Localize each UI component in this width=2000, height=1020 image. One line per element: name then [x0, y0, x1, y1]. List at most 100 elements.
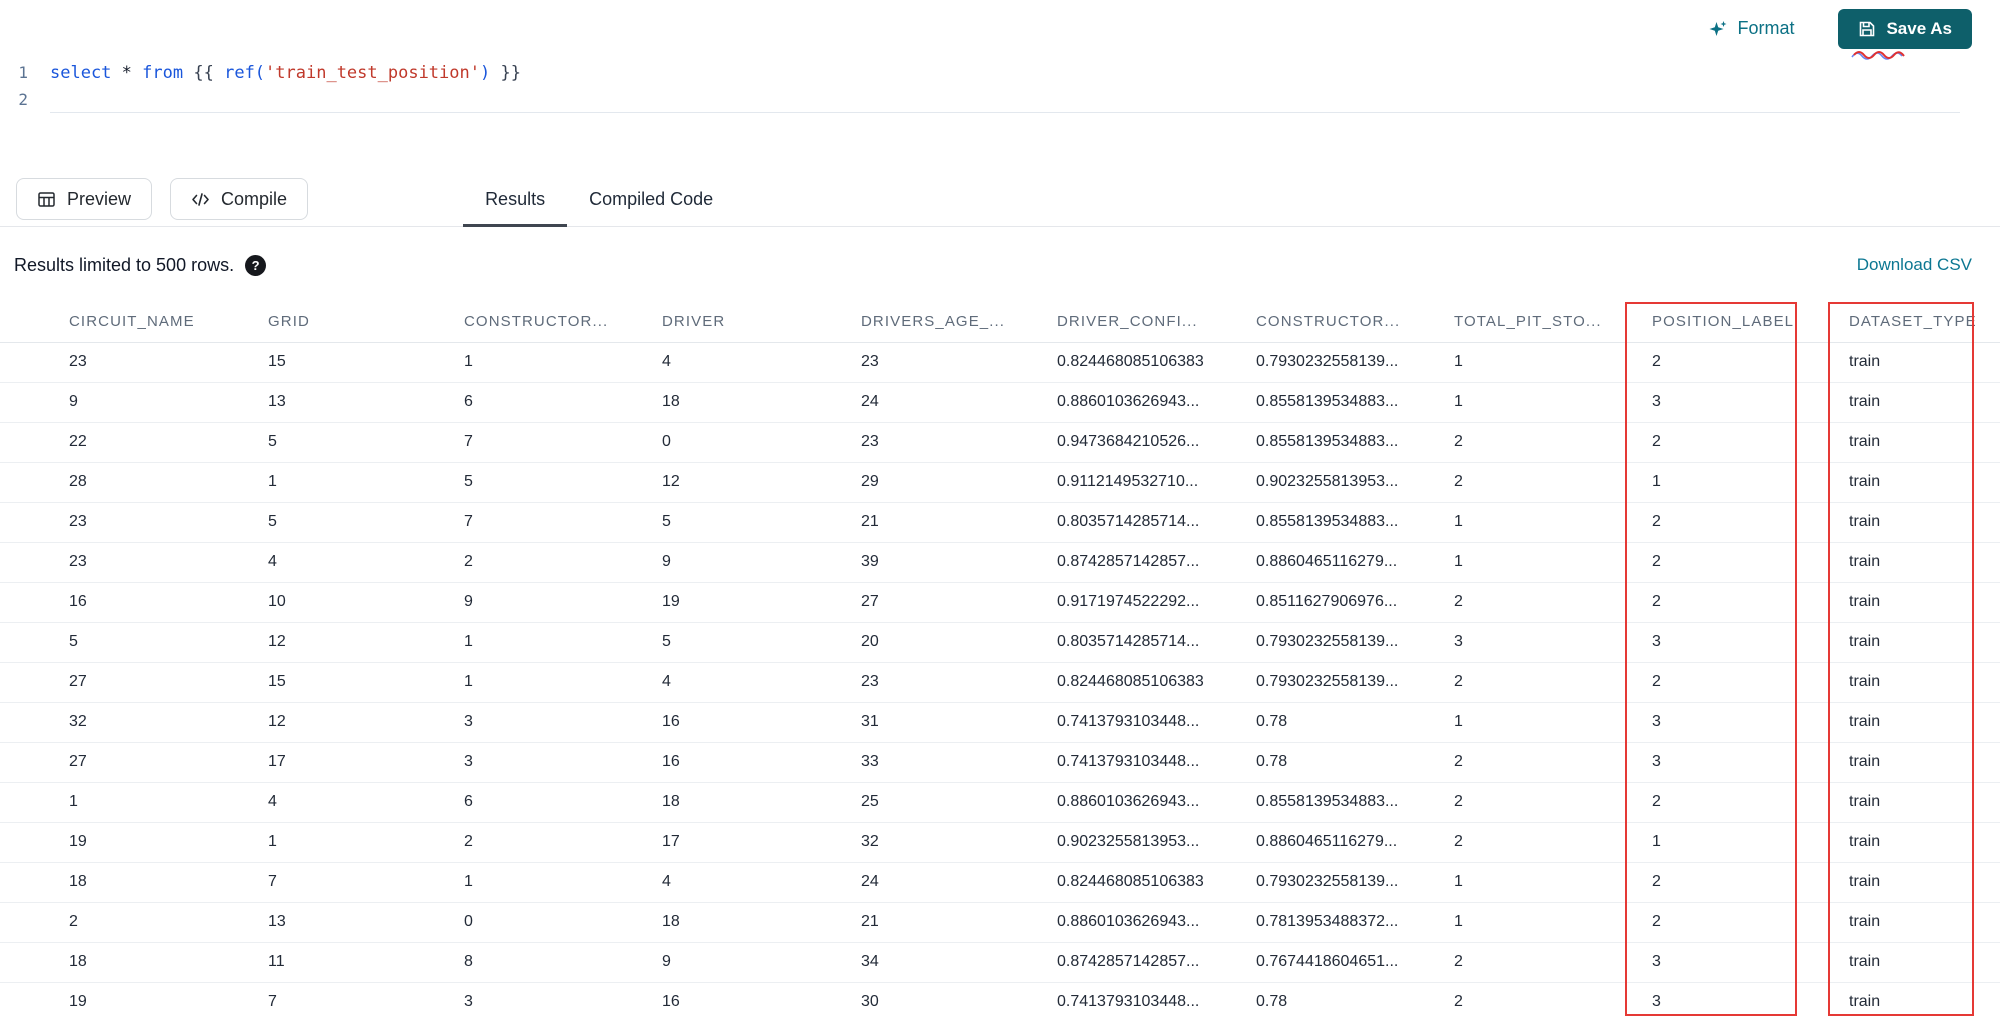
table-cell: 3	[1652, 702, 1849, 743]
table-row: 28 1 5 12 29 0.9112149532710... 0.902325581395…	[0, 462, 2000, 503]
table-cell: 4	[268, 542, 464, 583]
sparkles-icon	[1708, 19, 1728, 39]
table-cell: 8	[464, 942, 662, 983]
table-cell: 5	[662, 502, 861, 543]
table-cell: 1	[1652, 822, 1849, 863]
table-cell: 3	[1454, 622, 1652, 663]
table-cell: 0.78	[1256, 982, 1454, 1020]
table-cell: 31	[861, 702, 1057, 743]
table-row: 19 1 2 17 32 0.9023255813953... 0.886046511627…	[0, 822, 2000, 863]
table-cell: train	[1849, 622, 2000, 663]
compile-button[interactable]: Compile	[170, 178, 309, 220]
table-cell: 9	[662, 942, 861, 983]
table-cell: 3	[464, 702, 662, 743]
table-cell: 0.8511627906976...	[1256, 582, 1454, 623]
code-line-2-content[interactable]	[50, 86, 1960, 113]
table-cell: 2	[1652, 582, 1849, 623]
code-line-1-content[interactable]: select * from {{ ref('train_test_positio…	[50, 63, 2000, 83]
table-cell: 2	[1454, 462, 1652, 503]
table-cell: 3	[1652, 382, 1849, 423]
table-cell: 12	[268, 702, 464, 743]
table-cell: 15	[268, 662, 464, 703]
help-icon[interactable]: ?	[245, 254, 267, 276]
table-cell: 30	[861, 982, 1057, 1020]
table-cell: train	[1849, 462, 2000, 503]
results-table-body: 23 15 1 4 23 0.824468085106383 0.7930232558139…	[0, 342, 2000, 1020]
table-cell: train	[1849, 982, 2000, 1020]
tab-results-label: Results	[485, 188, 546, 209]
preview-label: Preview	[67, 188, 132, 209]
table-cell: train	[1849, 702, 2000, 743]
tab-results[interactable]: Results	[463, 172, 568, 227]
table-cell: 2	[464, 822, 662, 863]
table-cell: 1	[464, 662, 662, 703]
table-cell: 23	[0, 502, 268, 543]
table-cell: 0	[662, 422, 861, 463]
download-csv-link[interactable]: Download CSV	[1857, 255, 1972, 275]
tab-compiled-code[interactable]: Compiled Code	[567, 172, 735, 226]
table-cell: 1	[464, 862, 662, 903]
code-token: 'train_test_position'	[265, 62, 480, 83]
table-cell: 11	[268, 942, 464, 983]
table-cell: 17	[268, 742, 464, 783]
table-row: 18 11 8 9 34 0.8742857142857... 0.767441860465…	[0, 942, 2000, 983]
table-cell: 2	[1454, 422, 1652, 463]
save-icon	[1858, 20, 1876, 38]
table-cell: 2	[1652, 662, 1849, 703]
save-as-button[interactable]: Save As	[1838, 8, 1972, 49]
code-token: ref(	[224, 62, 266, 83]
line-number-2: 2	[18, 90, 28, 109]
table-cell: 13	[268, 902, 464, 943]
column-header: DATASET_TYPE	[1849, 302, 2000, 343]
table-cell: 27	[861, 582, 1057, 623]
table-cell: 25	[861, 782, 1057, 823]
table-cell: 5	[464, 462, 662, 503]
format-button[interactable]: Format	[1708, 18, 1794, 39]
table-cell: 3	[1652, 942, 1849, 983]
code-token: *	[121, 62, 132, 83]
table-cell: 3	[464, 982, 662, 1020]
table-cell: 3	[1652, 982, 1849, 1020]
table-cell: 0.8558139534883...	[1256, 422, 1454, 463]
table-cell: 0.8558139534883...	[1256, 382, 1454, 423]
column-header: DRIVERS_AGE_...	[861, 302, 1057, 343]
table-cell: 1	[464, 622, 662, 663]
results-tabs: Results Compiled Code	[463, 172, 735, 227]
code-line-2[interactable]: 2	[0, 86, 2000, 113]
table-cell: 0.7674418604651...	[1256, 942, 1454, 983]
table-cell: 19	[0, 822, 268, 863]
table-row: 32 12 3 16 31 0.7413793103448... 0.78 1 3 train	[0, 702, 2000, 743]
line-number-1: 1	[18, 63, 28, 82]
table-cell: 1	[1454, 542, 1652, 583]
table-cell: 2	[1454, 742, 1652, 783]
table-cell: 1	[1454, 342, 1652, 383]
table-cell: 4	[662, 342, 861, 383]
table-cell: 12	[662, 462, 861, 503]
table-cell: train	[1849, 942, 2000, 983]
table-cell: 0.8558139534883...	[1256, 502, 1454, 543]
format-label: Format	[1737, 18, 1795, 38]
sql-editor[interactable]: 1 select * from {{ ref('train_test_posit…	[0, 57, 2000, 172]
table-row: 23 4 2 9 39 0.8742857142857... 0.8860465116279…	[0, 542, 2000, 583]
table-cell: 15	[268, 342, 464, 383]
code-line-1[interactable]: 1 select * from {{ ref('train_test_posit…	[0, 59, 2000, 86]
table-cell: 7	[268, 862, 464, 903]
table-row: 9 13 6 18 24 0.8860103626943... 0.855813953488…	[0, 382, 2000, 423]
table-row: 23 5 7 5 21 0.8035714285714... 0.8558139534883…	[0, 502, 2000, 543]
topbar: Format Save As	[0, 0, 2000, 57]
results-bar: Results limited to 500 rows. ? Download …	[0, 228, 2000, 302]
table-cell: train	[1849, 742, 2000, 783]
table-cell: 2	[1652, 902, 1849, 943]
table-cell: 21	[861, 902, 1057, 943]
table-row: 5 12 1 5 20 0.8035714285714... 0.7930232558139…	[0, 622, 2000, 663]
code-token: select	[50, 62, 112, 83]
table-cell: 23	[861, 422, 1057, 463]
table-cell: 7	[464, 502, 662, 543]
table-row: 18 7 1 4 24 0.824468085106383 0.7930232558139.…	[0, 862, 2000, 903]
table-cell: 18	[662, 902, 861, 943]
table-cell: train	[1849, 342, 2000, 383]
row-limit-text: Results limited to 500 rows.	[14, 254, 235, 275]
table-cell: 0.7930232558139...	[1256, 862, 1454, 903]
preview-button[interactable]: Preview	[16, 178, 153, 220]
table-cell: 0.78	[1256, 702, 1454, 743]
